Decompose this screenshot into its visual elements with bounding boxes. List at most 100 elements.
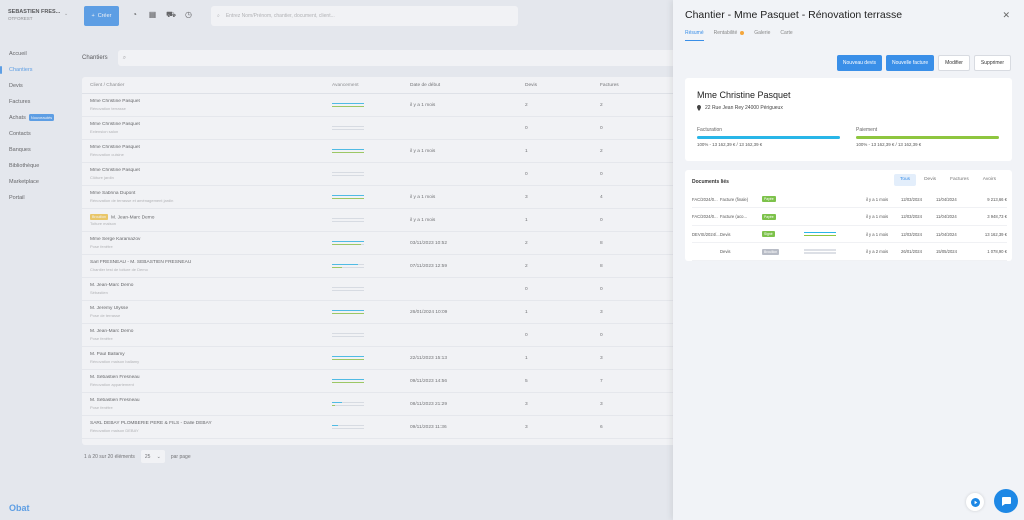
table-row[interactable]: M. Sébastien Fresneau Rénovation appartem… xyxy=(82,370,682,393)
table-row[interactable]: Brouillon M. Jean-Marc Demo Toiture maison… xyxy=(82,209,682,232)
document-row[interactable]: DEVIS/2024/... Devis Signé il y a 1 mois 12/… xyxy=(692,226,1007,243)
documents-tabs: Tous Devis Factures Avoirs xyxy=(893,174,1002,186)
calendar-icon[interactable]: ▦ xyxy=(148,10,157,19)
progress-track xyxy=(332,312,364,315)
map-pin-icon xyxy=(697,105,701,111)
doc-tab-tous[interactable]: Tous xyxy=(893,174,917,186)
progress-cell xyxy=(332,239,410,247)
progress-fill xyxy=(332,378,364,381)
table-row[interactable]: M. Jean-Marc Demo Sébastien 0 0 xyxy=(82,278,682,301)
sidebar-item-achats[interactable]: Achats Nouveautés xyxy=(0,110,74,126)
column-header[interactable]: Date de début xyxy=(410,83,525,88)
chart-pie-icon[interactable]: ◔ xyxy=(130,10,139,19)
sidebar-item-devis[interactable]: Devis xyxy=(0,78,74,94)
sidebar-item-portail[interactable]: Portail xyxy=(0,190,74,206)
table-row[interactable]: Mme Sabrina Dupont Rénovation de terrasse… xyxy=(82,186,682,209)
column-header[interactable]: Devis xyxy=(525,83,600,88)
client-cell: M. Jeremy Ulysse Pose de terrasse xyxy=(82,306,332,318)
column-header[interactable]: Avancement xyxy=(332,83,410,88)
progress-bars xyxy=(332,286,364,292)
tab-resume[interactable]: Résumé xyxy=(685,30,704,41)
start-date-cell: 07/11/2023 12:59 xyxy=(410,263,447,269)
factures-count-cell: 0 xyxy=(600,286,603,292)
progress-fill xyxy=(332,381,364,384)
client-name: Mme Christine Pasquet xyxy=(90,168,140,174)
progress-cell xyxy=(332,262,410,270)
table-row[interactable]: Mme Christine Pasquet Clôture jardin 0 0 xyxy=(82,163,682,186)
per-page-select[interactable]: 25 ⌄ xyxy=(140,450,165,463)
table-row[interactable]: Mme Christine Pasquet Extension salon 0 0 xyxy=(82,117,682,140)
devis-count-cell: 0 xyxy=(525,332,528,338)
chantier-name: Rénovation maison DEBAY xyxy=(90,427,139,433)
global-search-input[interactable]: ⌕ Entrez Nom/Prénom, chantier, document,… xyxy=(211,6,518,26)
progress-fill xyxy=(332,309,364,312)
progress-fill xyxy=(332,358,364,361)
video-help-button[interactable] xyxy=(966,493,984,511)
sidebar-item-accueil[interactable]: Accueil xyxy=(0,46,74,62)
table-row[interactable]: Sarl FRESNEAU - M. SÉBASTIEN FRESNEAU Cha… xyxy=(82,255,682,278)
doc-tab-factures[interactable]: Factures xyxy=(944,174,975,186)
new-invoice-button[interactable]: Nouvelle facture xyxy=(885,55,935,71)
billing-progress xyxy=(697,136,840,139)
table-row[interactable]: M. Sébastien Fresneau Pose fenêtre 08/11/2… xyxy=(82,393,682,416)
chat-support-button[interactable] xyxy=(994,489,1018,513)
table-row[interactable]: Mme Serge Karamazov Pose fenêtre 03/11/202… xyxy=(82,232,682,255)
tab-rentabilite[interactable]: Rentabilité xyxy=(714,30,745,41)
progress-cell xyxy=(332,147,410,155)
chantier-name: Chantier test de toiture de Demo xyxy=(90,266,148,272)
chantier-name: Extension salon xyxy=(90,128,119,134)
progress-bars xyxy=(332,240,364,246)
progress-bars xyxy=(332,263,364,269)
chantier-drawer: Chantier - Mme Pasquet - Rénovation terr… xyxy=(673,0,1024,520)
alert-dot-icon xyxy=(740,30,745,35)
client-cell: Mme Christine Pasquet Rénovation cuisine xyxy=(82,145,332,157)
progress-track xyxy=(332,401,364,404)
table-row[interactable]: SARL DEBAY PLOMBERIE PERE & FILS - Dalle… xyxy=(82,416,682,439)
doc-tab-devis[interactable]: Devis xyxy=(918,174,942,186)
sidebar-item-chantiers[interactable]: Chantiers xyxy=(0,62,74,78)
tab-galerie[interactable]: Galerie xyxy=(754,30,770,41)
client-name: Brouillon M. Jean-Marc Demo xyxy=(90,213,155,220)
create-button[interactable]: + Créer xyxy=(84,6,119,26)
table-row[interactable]: Mme Christine Pasquet Rénovation terrasse… xyxy=(82,94,682,117)
table-row[interactable]: Mme Christine Pasquet Rénovation cuisine i… xyxy=(82,140,682,163)
column-header[interactable]: Factures xyxy=(600,83,660,88)
edit-button[interactable]: Modifier xyxy=(938,55,970,71)
progress-fill xyxy=(332,404,336,407)
document-row[interactable]: FAC/2024/0... Facture (finale) Payée il y a… xyxy=(692,191,1007,208)
document-row[interactable]: FAC/2024/0... Facture (aco... Payée il y a … xyxy=(692,209,1007,226)
document-type: Devis xyxy=(720,249,731,254)
clock-icon[interactable]: ◷ xyxy=(184,10,193,19)
chantier-name: Sébastien xyxy=(90,289,108,295)
client-cell: M. Paul Ballamy Rénovation maison ballamy xyxy=(82,352,332,364)
column-header[interactable]: Client / Chantier xyxy=(82,83,332,88)
close-icon[interactable]: ✕ xyxy=(1002,10,1010,21)
table-row[interactable]: M. Jean-Marc Demo Pose fenêtre 0 0 xyxy=(82,324,682,347)
table-row[interactable]: M. Jeremy Ulysse Pose de terrasse 26/01/20… xyxy=(82,301,682,324)
sidebar-item-banques[interactable]: Banques xyxy=(0,142,74,158)
sidebar-item-contacts[interactable]: Contacts xyxy=(0,126,74,142)
progress-bars xyxy=(804,249,836,254)
drawer-actions: Nouveau devis Nouvelle facture Modifier … xyxy=(836,55,1011,71)
tab-carte[interactable]: Carte xyxy=(780,30,792,41)
factures-count-cell: 0 xyxy=(600,171,603,177)
document-row[interactable]: Devis Brouillon il y a 2 mois 26/01/2024 15/… xyxy=(692,244,1007,261)
list-search-input[interactable]: ⌕ xyxy=(117,50,678,66)
doc-tab-avoirs[interactable]: Avoirs xyxy=(977,174,1002,186)
brand-logo: Obat xyxy=(9,503,30,513)
user-menu[interactable]: SÉBASTIEN FRES... OTFOREST ⌄ xyxy=(8,9,70,21)
sidebar-item-factures[interactable]: Factures xyxy=(0,94,74,110)
new-quote-button[interactable]: Nouveau devis xyxy=(836,55,882,71)
progress-fill xyxy=(332,266,342,269)
progress-fill xyxy=(332,240,364,243)
progress-fill xyxy=(332,197,364,200)
sidebar-item-bibliotheque[interactable]: Bibliothèque xyxy=(0,158,74,174)
truck-icon[interactable]: ⛟ xyxy=(166,10,176,19)
sidebar-item-marketplace[interactable]: Marketplace xyxy=(0,174,74,190)
start-date-cell: il y a 1 mois xyxy=(410,148,436,154)
factures-count-cell: 8 xyxy=(600,263,603,269)
delete-button[interactable]: Supprimer xyxy=(973,55,1011,71)
table-row[interactable]: M. Paul Ballamy Rénovation maison ballamy… xyxy=(82,347,682,370)
progress-fill xyxy=(332,102,364,105)
devis-count-cell: 2 xyxy=(525,240,528,246)
